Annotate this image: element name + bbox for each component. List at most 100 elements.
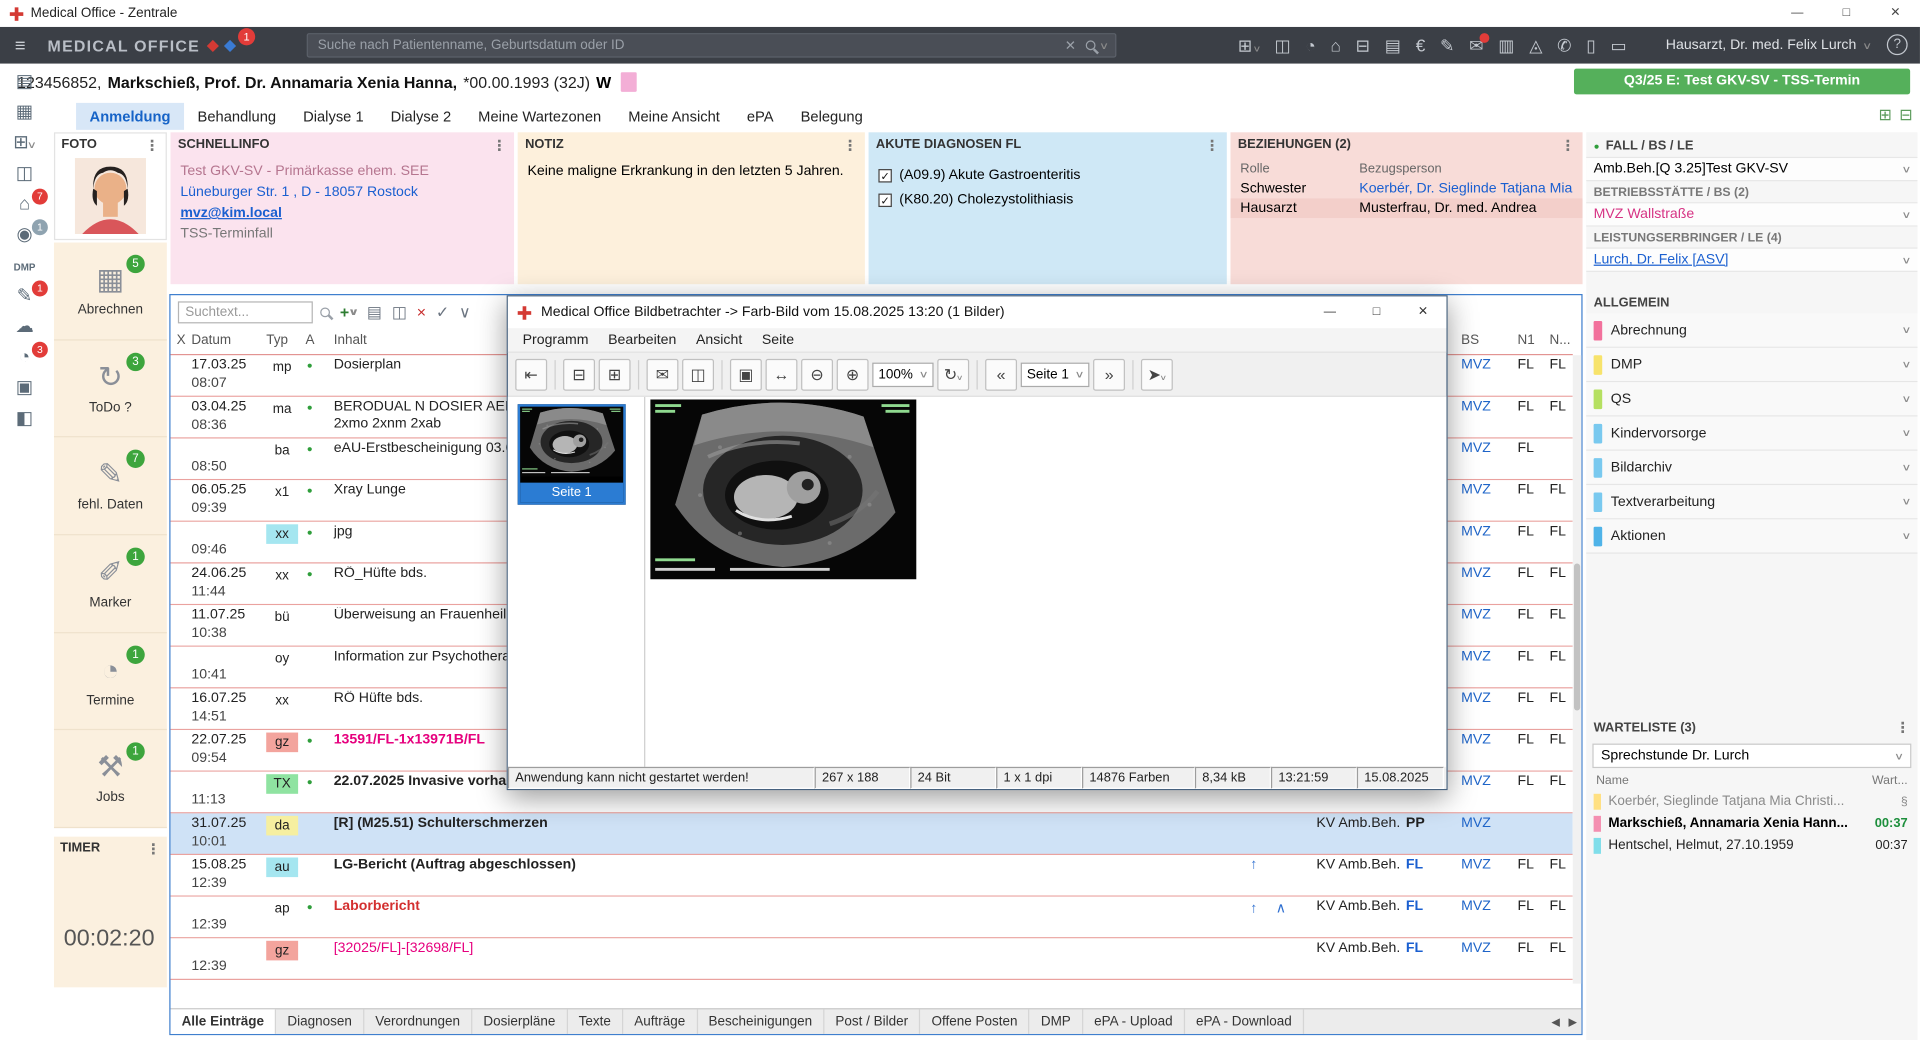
schnellinfo-line[interactable]: Lüneburger Str. 1 , D - 18057 Rostock xyxy=(180,183,504,204)
schnellinfo-line[interactable]: mvz@kim.local xyxy=(180,203,504,224)
table-row[interactable]: 12:39gz[32025/FL]-[32698/FL]KV Amb.Beh.F… xyxy=(171,938,1573,980)
tab-meine-ansicht[interactable]: Meine Ansicht xyxy=(615,103,734,130)
column-header-typ[interactable]: Typ xyxy=(266,333,288,348)
billing-euro-icon[interactable]: € xyxy=(1411,33,1430,58)
quick-button-todo-[interactable]: ↻3ToDo ? xyxy=(54,340,167,438)
records-icon[interactable]: ▤ xyxy=(6,69,43,96)
kebab-menu-icon[interactable]: ⋮ xyxy=(492,137,507,154)
phone-icon[interactable]: ✆ xyxy=(1552,32,1576,58)
sidebar-item-kindervorsorge[interactable]: Kindervorsorge∨ xyxy=(1586,417,1917,451)
sidebar-item-dmp[interactable]: DMP∨ xyxy=(1586,348,1917,382)
filter-tab-epa-download[interactable]: ePA - Download xyxy=(1185,1009,1304,1034)
clinic-icon[interactable]: ⌂ xyxy=(1326,33,1346,58)
zoom-select[interactable]: 100%∨ xyxy=(872,362,933,387)
filter-tab-diagnosen[interactable]: Diagnosen xyxy=(276,1009,364,1034)
checkbox-icon[interactable]: ✓ xyxy=(878,194,891,207)
filter-tab-epa-upload[interactable]: ePA - Upload xyxy=(1083,1009,1185,1034)
quick-button-termine[interactable]: ◔1Termine xyxy=(54,633,167,731)
quick-button-jobs[interactable]: ⚒1Jobs xyxy=(54,731,167,829)
view-grid-icon[interactable]: ⊞∨ xyxy=(1233,32,1265,58)
waiting-room-icon[interactable]: ◫ xyxy=(1270,32,1296,58)
sidebar-item-qs[interactable]: QS∨ xyxy=(1586,382,1917,416)
help-button[interactable]: ? xyxy=(1887,34,1908,55)
table-row[interactable]: 15.08.2512:39auLG-Bericht (Auftrag abges… xyxy=(171,855,1573,897)
column-header-bs[interactable]: BS xyxy=(1461,333,1479,348)
journal-search-input[interactable] xyxy=(178,301,313,323)
dmp-icon[interactable]: DMP xyxy=(6,252,43,279)
sidebar-item-textverarbeitung[interactable]: Textverarbeitung∨ xyxy=(1586,485,1917,519)
le-selector[interactable]: Lurch, Dr. Felix [ASV] ∨ xyxy=(1586,247,1917,272)
scroll-right-icon[interactable]: ▶ xyxy=(1564,1009,1581,1034)
kebab-menu-icon[interactable]: ⋮ xyxy=(1205,137,1220,154)
tab-behandlung[interactable]: Behandlung xyxy=(184,103,290,130)
patients-icon[interactable]: ◫ xyxy=(6,160,43,187)
column-header-x[interactable]: X xyxy=(177,333,186,348)
tab-anmeldung[interactable]: Anmeldung xyxy=(76,103,184,130)
case-badge[interactable]: Q3/25 E: Test GKV-SV - TSS-Termin xyxy=(1574,69,1910,95)
images-icon[interactable]: ▦ xyxy=(6,99,43,126)
minimize-button[interactable]: — xyxy=(1773,0,1822,27)
filter-tab-alle-eintr-ge[interactable]: Alle Einträge xyxy=(171,1009,277,1034)
menu-icon[interactable]: ≡ xyxy=(15,35,26,56)
maximize-button[interactable]: □ xyxy=(1822,0,1871,27)
relation-person[interactable]: Koerbér, Dr. Sieglinde Tatjana Mia xyxy=(1359,181,1572,196)
zoom-out-icon[interactable]: ⊖ xyxy=(801,358,833,390)
bs-selector[interactable]: MVZ Wallstraße ∨ xyxy=(1586,202,1917,227)
archive-icon[interactable]: ▣ xyxy=(6,375,43,402)
kebab-menu-icon[interactable]: ⋮ xyxy=(1895,719,1910,736)
sidebar-item-abrechnung[interactable]: Abrechnung∨ xyxy=(1586,314,1917,348)
next-page-icon[interactable]: » xyxy=(1093,358,1125,390)
sign-icon[interactable]: ✎ xyxy=(1435,32,1459,58)
document-icon[interactable]: ▤ xyxy=(1380,32,1406,58)
tab-epa[interactable]: ePA xyxy=(733,103,787,130)
warteliste-dropdown[interactable]: Sprechstunde Dr. Lurch ∨ xyxy=(1592,744,1911,769)
layout-icon[interactable]: ⊟ xyxy=(1899,105,1912,125)
print-setup-icon[interactable]: ⊞ xyxy=(599,358,631,390)
edit-icon[interactable]: ✎1 xyxy=(6,283,43,310)
prev-page-icon[interactable]: « xyxy=(985,358,1017,390)
print-icon[interactable]: ⊟ xyxy=(1351,32,1375,58)
mail-icon[interactable]: ✉ xyxy=(647,358,679,390)
kebab-menu-icon[interactable]: ⋮ xyxy=(145,137,160,154)
column-header-datum[interactable]: Datum xyxy=(191,333,231,348)
pointer-icon[interactable]: ➤∨ xyxy=(1141,358,1173,390)
menu-ansicht[interactable]: Ansicht xyxy=(686,333,752,348)
tab-belegung[interactable]: Belegung xyxy=(787,103,876,130)
menu-seite[interactable]: Seite xyxy=(752,333,804,348)
copy-icon[interactable]: ◫ xyxy=(392,302,407,322)
fall-selector[interactable]: Amb.Beh.[Q 3.25]Test GKV-SV ∨ xyxy=(1586,157,1917,182)
tab-dialyse-1[interactable]: Dialyse 1 xyxy=(290,103,378,130)
book-icon[interactable]: ▯ xyxy=(1581,32,1600,58)
clear-search-icon[interactable]: ✕ xyxy=(1065,37,1076,53)
column-header-n[interactable]: N... xyxy=(1549,333,1570,348)
first-page-icon[interactable]: ⇤ xyxy=(515,358,547,390)
stats-icon[interactable]: ◧ xyxy=(6,405,43,432)
stats-icon[interactable]: ▥ xyxy=(1493,32,1519,58)
chevron-down-icon[interactable]: ∨ xyxy=(459,302,471,322)
search-icon[interactable] xyxy=(320,307,330,317)
cloud-icon[interactable]: ☁ xyxy=(6,314,43,341)
dialog-minimize-button[interactable]: — xyxy=(1307,296,1354,328)
page-thumbnail[interactable]: Seite 1 xyxy=(518,404,626,504)
column-header-n1[interactable]: N1 xyxy=(1518,333,1535,348)
dialog-close-button[interactable]: ✕ xyxy=(1400,296,1447,328)
ultrasound-image[interactable] xyxy=(650,399,916,579)
table-row[interactable]: 31.07.2510:01da[R] (M25.51) Schulterschm… xyxy=(171,813,1573,855)
table-row[interactable]: 12:39ap●LaborberichtHepatitis B Antigen[… xyxy=(171,897,1573,939)
kebab-menu-icon[interactable]: ⋮ xyxy=(1560,137,1575,154)
scroll-left-icon[interactable]: ◀ xyxy=(1547,1009,1564,1034)
filter-tab-dmp[interactable]: DMP xyxy=(1030,1009,1083,1034)
checkbox-icon[interactable]: ✓ xyxy=(878,169,891,182)
search-icon[interactable] xyxy=(1086,40,1096,50)
page-select[interactable]: Seite 1∨ xyxy=(1021,362,1090,387)
compose-icon[interactable]: ▤ xyxy=(367,302,382,322)
dialog-maximize-button[interactable]: □ xyxy=(1353,296,1400,328)
filter-tab-verordnungen[interactable]: Verordnungen xyxy=(364,1009,472,1034)
add-icon[interactable]: +∨ xyxy=(340,303,357,321)
printer-icon[interactable]: ⊞∨ xyxy=(6,130,43,157)
location-icon[interactable]: ◉1 xyxy=(6,222,43,249)
tab-dialyse-2[interactable]: Dialyse 2 xyxy=(377,103,465,130)
kebab-menu-icon[interactable]: ⋮ xyxy=(843,137,858,154)
filter-tab-post-bilder[interactable]: Post / Bilder xyxy=(824,1009,920,1034)
column-header-inhalt[interactable]: Inhalt xyxy=(334,333,367,348)
